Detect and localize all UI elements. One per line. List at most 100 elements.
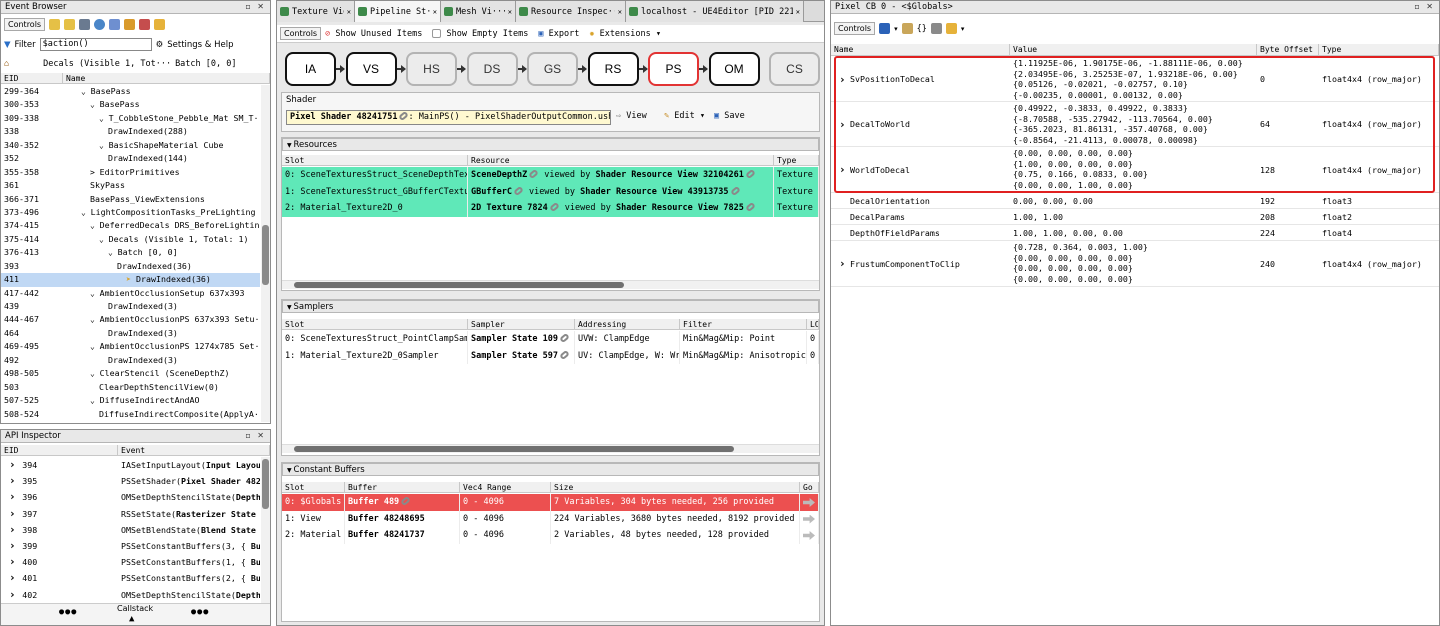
samplers-header[interactable]: Samplers	[282, 300, 819, 313]
event-row[interactable]: 366-371 BasePass_ViewExtensions	[1, 193, 260, 206]
column-filter[interactable]: Filter	[680, 319, 807, 329]
event-row[interactable]: 508-524 DiffuseIndirectComposite(ApplyA·…	[1, 408, 260, 421]
api-row[interactable]: › 398 OMSetBlendState(Blend State	[1, 522, 260, 538]
api-row[interactable]: › 400 PSSetConstantBuffers(1, { Bu	[1, 554, 260, 570]
api-row[interactable]: › 394 IASetInputLayout(Input Layou	[1, 457, 260, 473]
chevron-right-icon[interactable]: ›	[9, 474, 22, 487]
event-row[interactable]: 374-415 ⌄ DeferredDecals DRS_BeforeLighti…	[1, 219, 260, 232]
extensions-icon[interactable]	[154, 19, 166, 30]
binoculars-icon[interactable]	[79, 19, 91, 30]
chevron-down-icon[interactable]: ⌄	[81, 208, 91, 217]
tab[interactable]: Mesh Vi··· ✕	[441, 1, 516, 22]
column-type[interactable]: Type	[1319, 44, 1439, 55]
stage-rs[interactable]: RS	[587, 52, 639, 86]
extensions-button[interactable]: ✹ Extensions ▾	[589, 29, 661, 39]
event-row[interactable]: 375-414 ⌄ Decals (Visible 1, Total: 1)	[1, 233, 260, 246]
chevron-down-icon[interactable]: ⌄	[99, 141, 109, 150]
stage-ia[interactable]: IA	[285, 52, 336, 86]
breadcrumb-item[interactable]: Batch [0, 0]	[175, 59, 236, 69]
event-row[interactable]: 464 DrawIndexed(3)	[1, 327, 260, 340]
dots-icon[interactable]: ●●●	[191, 607, 209, 617]
edit-button[interactable]: ✎ Edit ▾	[664, 111, 705, 121]
arrow-left-icon[interactable]	[49, 19, 61, 30]
chevron-right-icon[interactable]: ›	[9, 539, 22, 552]
chevron-right-icon[interactable]: ›	[9, 490, 22, 503]
chevron-down-icon[interactable]: ⌄	[90, 289, 100, 298]
export-button[interactable]: ▣ Export	[538, 29, 579, 39]
link-icon[interactable]	[745, 168, 756, 180]
close-tab-icon[interactable]: ✕	[347, 8, 351, 16]
cbuffer-buffer[interactable]: Buffer 489	[345, 494, 460, 511]
chevron-down-icon[interactable]: ⌄	[90, 396, 100, 405]
home-icon[interactable]: ⌂	[4, 59, 9, 69]
sampler-row[interactable]: 1: Material_Texture2D_0Sampler Sampler St…	[282, 347, 819, 364]
column-name[interactable]: Name	[63, 73, 270, 83]
resource-cell[interactable]: 2D Texture 7824 viewed by Shader Resource…	[468, 200, 774, 217]
callstack-label[interactable]: Callstack	[117, 604, 153, 613]
stage-ps[interactable]: PS	[648, 52, 699, 86]
clock-icon[interactable]	[94, 19, 106, 30]
chevron-down-icon[interactable]: >	[90, 168, 100, 177]
chevron-right-icon[interactable]: ›	[9, 571, 22, 584]
api-row[interactable]: › 402 OMSetDepthStencilState(Depth-	[1, 587, 260, 603]
api-row[interactable]: › 397 RSSetState(Rasterizer State	[1, 506, 260, 522]
link-icon[interactable]	[745, 201, 756, 213]
sampler-sampler[interactable]: Sampler State 109	[468, 331, 575, 348]
variable-row[interactable]: DepthOfFieldParams 1.00, 1.00, 0.00, 0.00…	[831, 225, 1439, 241]
cbuffer-buffer[interactable]: Buffer 48241737	[345, 527, 460, 544]
settings-help-button[interactable]: Settings & Help	[167, 40, 233, 50]
controls-button[interactable]: Controls	[280, 27, 322, 40]
breadcrumb-item[interactable]: Decals (Visible 1, Tot···	[43, 59, 171, 69]
resource-cell[interactable]: GBufferC viewed by Shader Resource View 4…	[468, 183, 774, 200]
event-row[interactable]: 373-496 ⌄ LightCompositionTasks_PreLighti…	[1, 206, 260, 219]
column-event[interactable]: Event	[118, 445, 270, 455]
cbuffer-row[interactable]: 1: View Buffer 48248695 0 - 4096 224 Variab…	[282, 510, 819, 527]
sampler-row[interactable]: 0: SceneTexturesStruct_PointClampSampler…	[282, 331, 819, 348]
tab[interactable]: Pipeline St···✕	[355, 1, 441, 22]
event-row[interactable]: 417-442 ⌄ AmbientOcclusionSetup 637x393	[1, 287, 260, 300]
extensions-icon[interactable]	[945, 23, 957, 34]
arrow-right-icon[interactable]	[64, 19, 76, 30]
go-arrow-icon[interactable]	[800, 527, 819, 544]
chevron-right-icon[interactable]: ›	[9, 458, 22, 471]
column-slot[interactable]: Slot	[282, 319, 468, 329]
triangle-up-icon[interactable]: ▲	[129, 614, 134, 624]
save-icon[interactable]	[879, 23, 891, 34]
constant-buffers-header[interactable]: Constant Buffers	[282, 463, 819, 476]
column-eid[interactable]: EID	[1, 445, 118, 455]
api-scrollbar[interactable]	[261, 457, 270, 603]
event-row[interactable]: 361 SkyPass	[1, 179, 260, 192]
link-icon[interactable]	[548, 201, 560, 213]
chevron-right-icon[interactable]: ›	[9, 507, 22, 520]
event-row[interactable]: 338 DrawIndexed(288)	[1, 125, 260, 138]
link-icon[interactable]	[513, 185, 524, 196]
api-row[interactable]: › 395 PSSetShader(Pixel Shader 482	[1, 473, 260, 489]
link-icon[interactable]	[400, 495, 412, 507]
api-row[interactable]: › 399 PSSetConstantBuffers(3, { Bu	[1, 538, 260, 554]
chevron-right-icon[interactable]: ›	[9, 555, 22, 568]
bookmark-icon[interactable]	[109, 19, 121, 30]
event-row[interactable]: 376-413 ⌄ Batch [0, 0]	[1, 246, 260, 259]
chevron-down-icon[interactable]: ⌄	[90, 221, 100, 230]
column-slot[interactable]: Slot	[282, 155, 468, 165]
column-vec4-range[interactable]: Vec4 Range	[460, 482, 551, 492]
column-eid[interactable]: EID	[1, 73, 63, 83]
timer-icon[interactable]	[139, 19, 151, 30]
resource-row[interactable]: 0: SceneTexturesStruct_SceneDepthTexture…	[282, 167, 819, 184]
event-row[interactable]: 469-495 ⌄ AmbientOcclusionPS 1274x785 Set…	[1, 340, 260, 353]
cbuffer-row[interactable]: 0: $Globals Buffer 489 0 - 4096 7 Variables…	[282, 494, 819, 511]
resources-header[interactable]: Resources	[282, 138, 819, 151]
column-name[interactable]: Name	[831, 44, 1010, 55]
event-row[interactable]: 503 ClearDepthStencilView(0)	[1, 381, 260, 394]
tab[interactable]: localhost - UE4Editor [PID 221···✕	[626, 1, 804, 22]
close-tab-icon[interactable]: ✕	[508, 8, 512, 16]
tab[interactable]: Resource Inspec··· ✕	[516, 1, 626, 22]
chevron-down-icon[interactable]: ⌄	[99, 114, 109, 123]
cbuffer-buffer[interactable]: Buffer 48248695	[345, 510, 460, 527]
go-arrow-icon[interactable]	[800, 494, 819, 511]
tab[interactable]: Texture Vie···✕	[277, 1, 355, 22]
event-browser-scrollbar[interactable]	[261, 85, 270, 422]
chevron-down-icon[interactable]: ⌄	[81, 87, 91, 96]
chevron-down-icon[interactable]: ⌄	[90, 342, 100, 351]
braces-icon[interactable]: {}	[917, 24, 927, 34]
